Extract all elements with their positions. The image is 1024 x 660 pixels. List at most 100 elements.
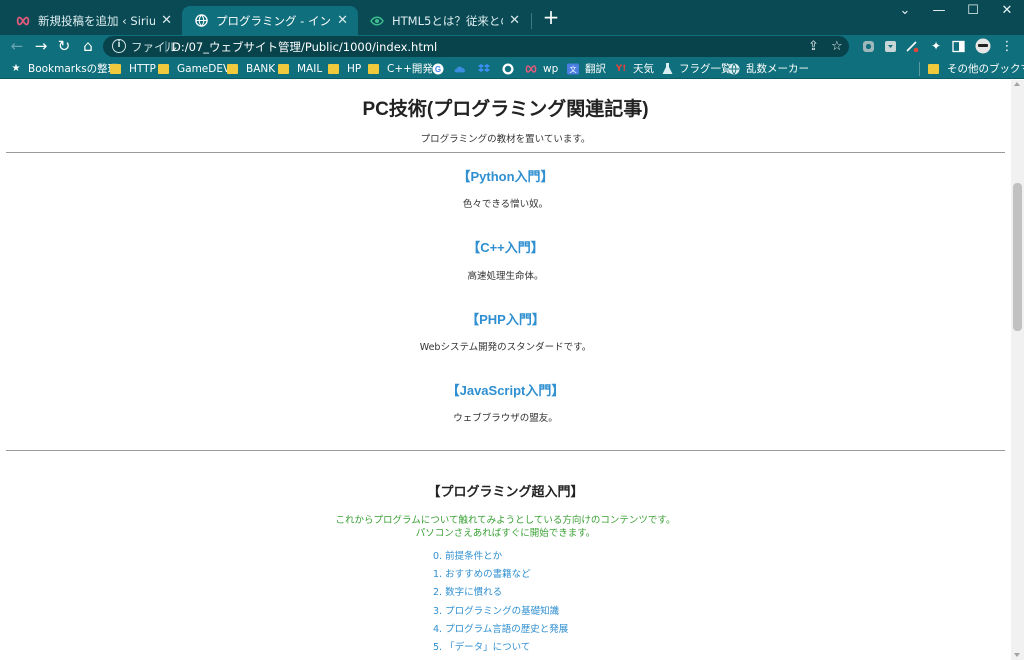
close-icon[interactable]: ✕ <box>337 13 348 28</box>
tab-html5[interactable]: HTML5とは？従来との違いと廃止タ ✕ <box>358 6 530 35</box>
puzzle-icon[interactable]: ✦ <box>928 38 944 54</box>
article-link-4[interactable]: 4. プログラム言語の歴史と発展 <box>433 621 568 639</box>
python-link[interactable]: 【Python入門】 <box>0 166 1011 185</box>
bookmark-folder-bank[interactable]: BANK <box>227 61 275 76</box>
folder-icon <box>110 63 121 74</box>
scroll-down-arrow-icon[interactable] <box>1014 653 1020 657</box>
back-button[interactable]: ← <box>6 35 28 58</box>
article-link-2[interactable]: 2. 数字に慣れる <box>433 584 568 602</box>
bookmark-onedrive[interactable] <box>454 61 472 76</box>
bookmark-github[interactable] <box>502 61 520 76</box>
scheme-label: ファイル <box>131 40 177 54</box>
javascript-description: ウェブブラウザの盟友。 <box>453 413 558 424</box>
php-link[interactable]: 【PHP入門】 <box>0 309 1011 328</box>
minimize-button[interactable]: — <box>922 0 956 22</box>
share-icon[interactable]: ⇪ <box>808 39 819 54</box>
javascript-link[interactable]: 【JavaScript入門】 <box>0 380 1011 399</box>
star-icon: ★ <box>11 63 21 74</box>
scroll-up-arrow-icon[interactable] <box>1014 82 1020 86</box>
bookmark-label: BANK <box>246 62 276 75</box>
bookmark-label: wp <box>543 62 559 75</box>
bookmark-label: 乱数メーカー <box>746 63 809 75</box>
bookmark-other[interactable]: その他のブックマーク <box>928 61 1024 76</box>
bookmark-google[interactable]: G <box>432 61 450 76</box>
globe-icon <box>194 14 208 28</box>
svg-text:G: G <box>435 65 441 74</box>
vertical-scrollbar[interactable] <box>1011 80 1024 660</box>
reload-button[interactable]: ↻ <box>53 35 75 58</box>
extension-sync-icon[interactable] <box>860 38 876 54</box>
forward-button[interactable]: → <box>30 35 52 58</box>
bookmark-label: 天気 <box>633 63 654 75</box>
tab-programming-index[interactable]: プログラミング - インデックス ✕ <box>182 6 358 35</box>
tab-wordpress[interactable]: 新規投稿を追加 ‹ Sirius X — Word ✕ <box>4 6 182 35</box>
bookmark-random-maker[interactable]: 乱数メーカー <box>728 61 809 76</box>
dropbox-icon <box>478 63 490 75</box>
divider <box>6 450 1005 451</box>
bookmark-folder-http[interactable]: HTTP <box>110 61 156 76</box>
avatar[interactable] <box>975 38 991 54</box>
new-tab-button[interactable]: + <box>539 6 563 30</box>
folder-icon <box>227 63 238 74</box>
bookmarks-separator <box>919 62 920 76</box>
bookmark-folder-mail[interactable]: MAIL <box>278 61 322 76</box>
intro-lead-line-1: これからプログラムについて触れてみようとしている方向けのコンテンツです。 <box>335 515 676 526</box>
folder-icon <box>328 63 339 74</box>
bookmark-flag-list[interactable]: フラグ一覧 <box>661 61 732 76</box>
divider <box>6 152 1005 153</box>
scrollbar-thumb[interactable] <box>1013 183 1022 331</box>
article-link-3[interactable]: 3. プログラミングの基礎知識 <box>433 603 568 621</box>
bookmark-weather[interactable]: Y! 天気 <box>615 61 654 76</box>
folder-icon <box>278 63 289 74</box>
info-icon[interactable]: i <box>112 39 126 53</box>
tab-title: HTML5とは？従来との違いと廃止タ <box>392 13 503 28</box>
bookmark-label: Bookmarksの整理 <box>28 63 119 75</box>
bookmark-folder-hp[interactable]: HP <box>328 61 361 76</box>
tab-search-button[interactable]: ⌄ <box>888 0 922 22</box>
address-bar[interactable]: i ファイル | D:/07_ウェブサイト管理/Public/1000/inde… <box>103 36 849 57</box>
toolbar: ← → ↻ ⌂ i ファイル | D:/07_ウェブサイト管理/Public/1… <box>0 35 1024 58</box>
infinity-icon <box>16 14 30 28</box>
cpp-link[interactable]: 【C++入門】 <box>0 237 1011 256</box>
extension-tab-icon[interactable] <box>882 38 898 54</box>
folder-icon <box>928 63 939 74</box>
bookmark-manager[interactable]: ★ Bookmarksの整理 <box>10 61 119 76</box>
article-link-1[interactable]: 1. おすすめの書籍など <box>433 566 568 584</box>
intro-lead-line-2: パソコンさえあればすぐに開始できます。 <box>415 528 596 539</box>
sidebar-icon[interactable] <box>950 38 966 54</box>
menu-icon[interactable]: ⋮ <box>999 38 1015 54</box>
php-description: Webシステム開発のスタンダードです。 <box>419 342 592 353</box>
extension-screenshot-icon[interactable] <box>904 38 920 54</box>
svg-text:文: 文 <box>569 64 577 73</box>
home-button[interactable]: ⌂ <box>77 35 99 58</box>
maximize-button[interactable]: ☐ <box>956 0 990 22</box>
url-text[interactable]: D:/07_ウェブサイト管理/Public/1000/index.html <box>172 39 437 55</box>
bookmark-folder-cpp[interactable]: C++開発 <box>368 61 433 76</box>
cloud-icon <box>454 63 466 75</box>
bookmark-label: HTTP <box>129 62 156 75</box>
bookmark-wp[interactable]: wp <box>525 61 558 76</box>
cpp-description: 高速処理生命体。 <box>467 271 544 282</box>
globe-icon <box>728 63 740 75</box>
close-icon[interactable]: ✕ <box>161 13 172 28</box>
python-description: 色々できる憎い奴。 <box>462 199 549 210</box>
google-icon: G <box>432 63 444 75</box>
bookmark-folder-gamedev[interactable]: GameDEV <box>158 61 230 76</box>
intro-section-title: 【プログラミング超入門】 <box>427 484 584 499</box>
bookmark-label: GameDEV <box>177 62 231 75</box>
article-link-5[interactable]: 5. 「データ」について <box>433 639 568 657</box>
close-icon[interactable]: ✕ <box>509 13 520 28</box>
eye-icon <box>370 14 384 28</box>
page-viewport: PC技術(プログラミング関連記事) プログラミングの教材を置いています。 【Py… <box>0 80 1011 660</box>
bookmark-label: HP <box>347 62 362 75</box>
bookmark-label: C++開発 <box>387 63 433 75</box>
bookmark-label: フラグ一覧 <box>679 63 732 75</box>
article-link-0[interactable]: 0. 前提条件とか <box>433 548 568 566</box>
star-icon[interactable]: ☆ <box>831 39 843 54</box>
bookmark-dropbox[interactable] <box>478 61 496 76</box>
tab-title: プログラミング - インデックス <box>216 13 331 28</box>
scheme-divider: | <box>164 39 168 53</box>
infinity-icon <box>525 63 537 75</box>
window-close-button[interactable]: ✕ <box>990 0 1024 22</box>
bookmark-translate[interactable]: 文 翻訳 <box>567 61 606 76</box>
